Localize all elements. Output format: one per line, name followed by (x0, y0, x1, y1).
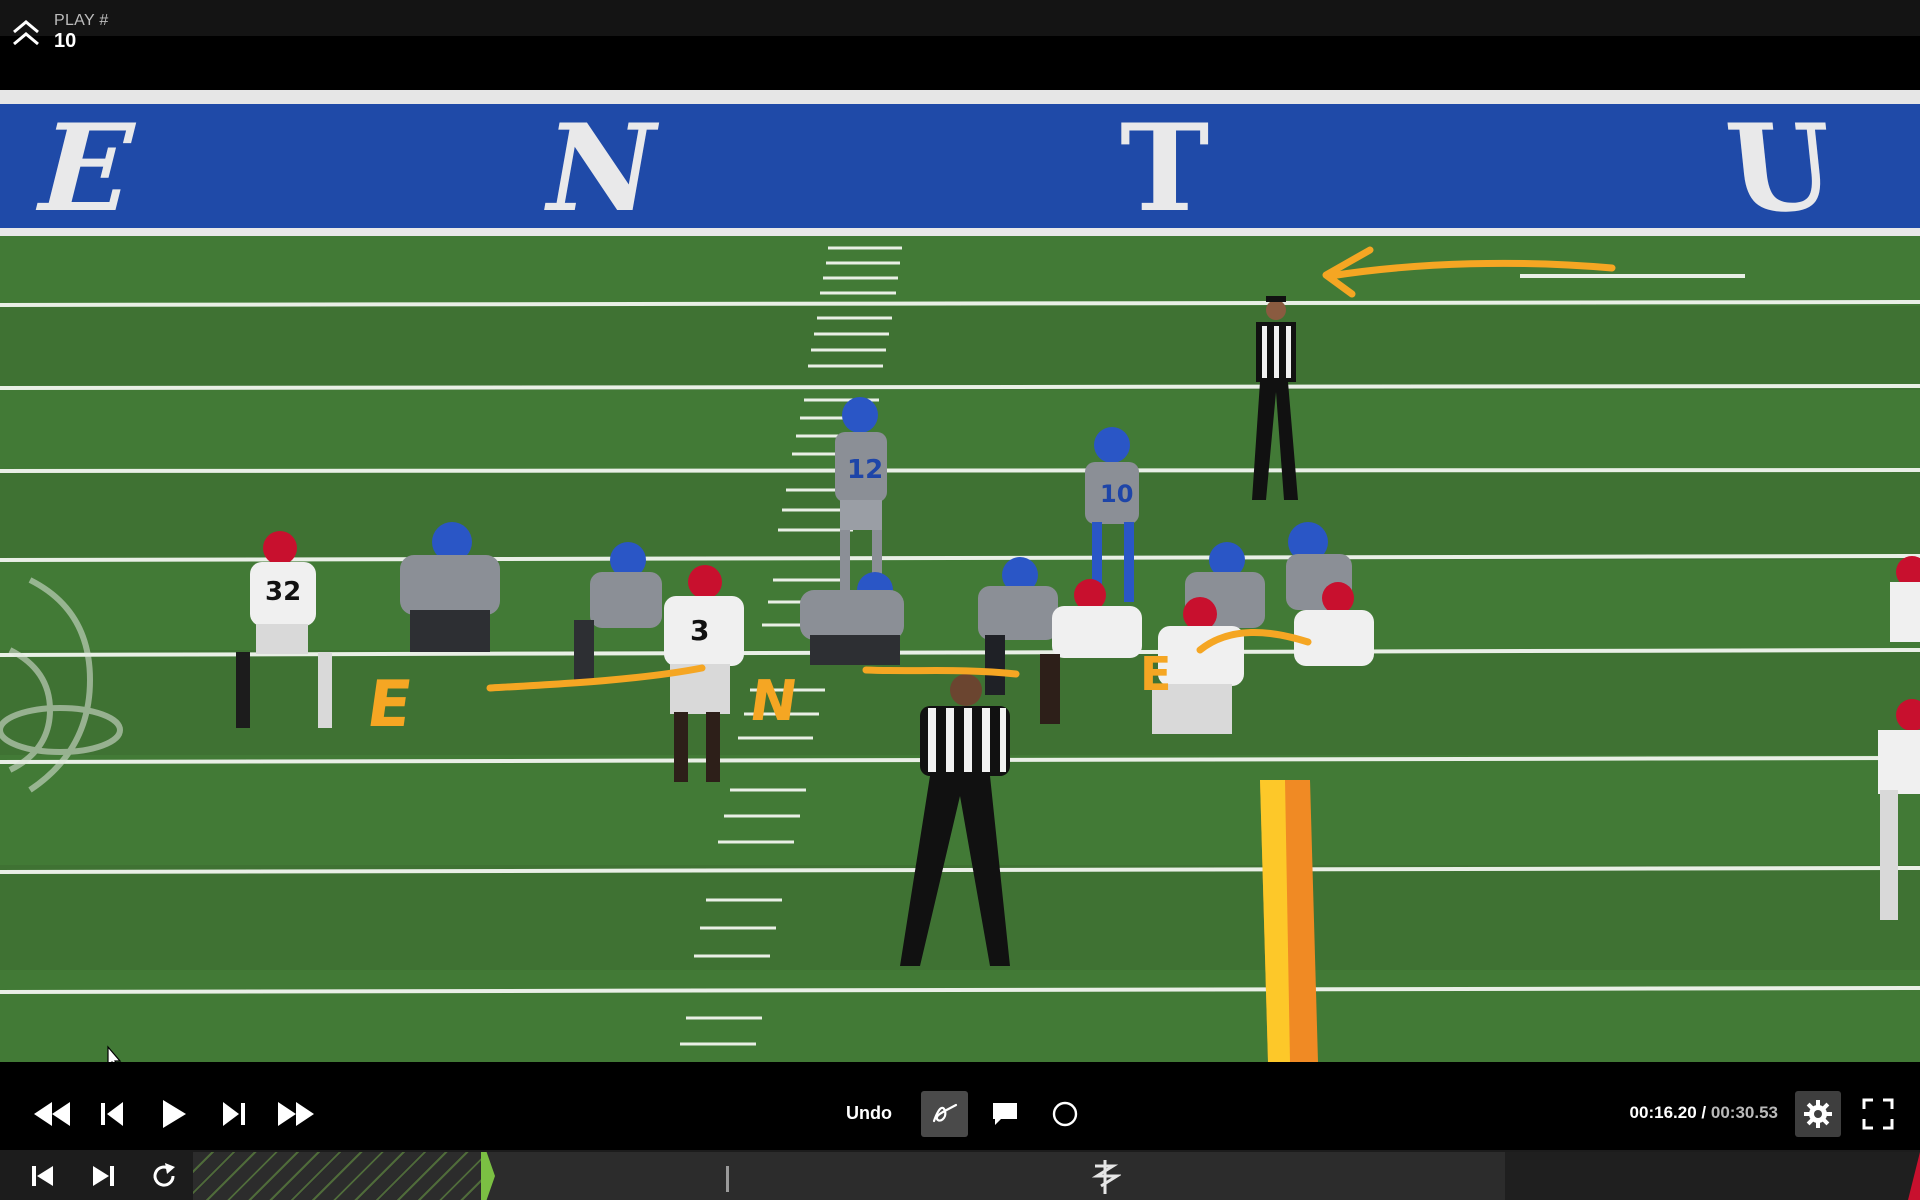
play-number-value: 10 (54, 30, 77, 52)
defender-jersey-number-3: 3 (690, 614, 709, 647)
qb-jersey-number: 12 (847, 455, 883, 485)
timeline-marker[interactable] (726, 1166, 729, 1192)
endzone-banner (0, 90, 1920, 232)
timeline-remaining (1505, 1152, 1920, 1200)
freehand-pen-icon (932, 1103, 957, 1123)
center-route-drawing (862, 666, 1020, 678)
timeline-scrubber[interactable] (193, 1152, 1505, 1200)
comment-tool-button[interactable] (982, 1091, 1028, 1137)
video-player[interactable]: E N T U 12 10 32 3 E N E (0, 90, 1920, 1062)
video-frame: E N T U 12 10 32 3 E N E (0, 90, 1920, 1062)
fast-forward-icon (278, 1102, 314, 1126)
current-time: 00:16.20 (1629, 1103, 1697, 1122)
skip-end-icon (93, 1166, 114, 1186)
time-separator: / (1701, 1103, 1707, 1122)
fullscreen-button[interactable] (1858, 1094, 1898, 1134)
collapse-button[interactable] (10, 18, 42, 50)
settings-button[interactable] (1795, 1091, 1841, 1137)
header-strip (0, 0, 1920, 36)
endzone-letter-u: U (1721, 98, 1840, 239)
play-icon (163, 1100, 186, 1128)
goal-line-pylon (1260, 780, 1318, 1062)
step-forward-button[interactable] (216, 1096, 252, 1132)
refresh-icon (153, 1163, 175, 1187)
skip-to-end-button[interactable] (86, 1160, 122, 1192)
back-jersey-number: 10 (1100, 480, 1133, 508)
gear-icon (1804, 1100, 1832, 1128)
play-header: PLAY # 10 (0, 0, 1920, 90)
undo-button[interactable]: Undo (846, 1103, 892, 1124)
speech-bubble-icon (993, 1103, 1017, 1125)
circle-tool-button[interactable] (1042, 1091, 1088, 1137)
played-region (193, 1152, 481, 1200)
rewind-button[interactable] (30, 1096, 74, 1132)
play-number-label: PLAY # (54, 12, 109, 29)
rewind-icon (34, 1102, 70, 1126)
step-back-icon (101, 1102, 123, 1126)
play-button[interactable] (156, 1096, 192, 1132)
total-time: 00:30.53 (1710, 1103, 1778, 1122)
double-chevron-up-icon (13, 20, 39, 46)
fullscreen-icon (1862, 1098, 1894, 1130)
endzone-letter-t: T (1120, 98, 1209, 239)
playhead[interactable] (481, 1152, 495, 1200)
step-forward-icon (223, 1102, 245, 1126)
time-readout: 00:16.20 / 00:30.53 (1630, 1103, 1778, 1123)
step-back-button[interactable] (94, 1096, 130, 1132)
annotation-label-right: E (1140, 647, 1171, 701)
annotation-label-center: N (746, 669, 802, 734)
loop-button[interactable] (146, 1160, 182, 1192)
skip-to-start-button[interactable] (24, 1160, 60, 1192)
defender-jersey-number-32: 32 (265, 577, 301, 607)
freehand-draw-tool-button[interactable] (921, 1091, 968, 1137)
circle-icon (1052, 1101, 1078, 1127)
fast-forward-button[interactable] (274, 1096, 318, 1132)
skip-start-icon (32, 1166, 53, 1186)
drawing-marker-icon[interactable] (1091, 1160, 1121, 1194)
